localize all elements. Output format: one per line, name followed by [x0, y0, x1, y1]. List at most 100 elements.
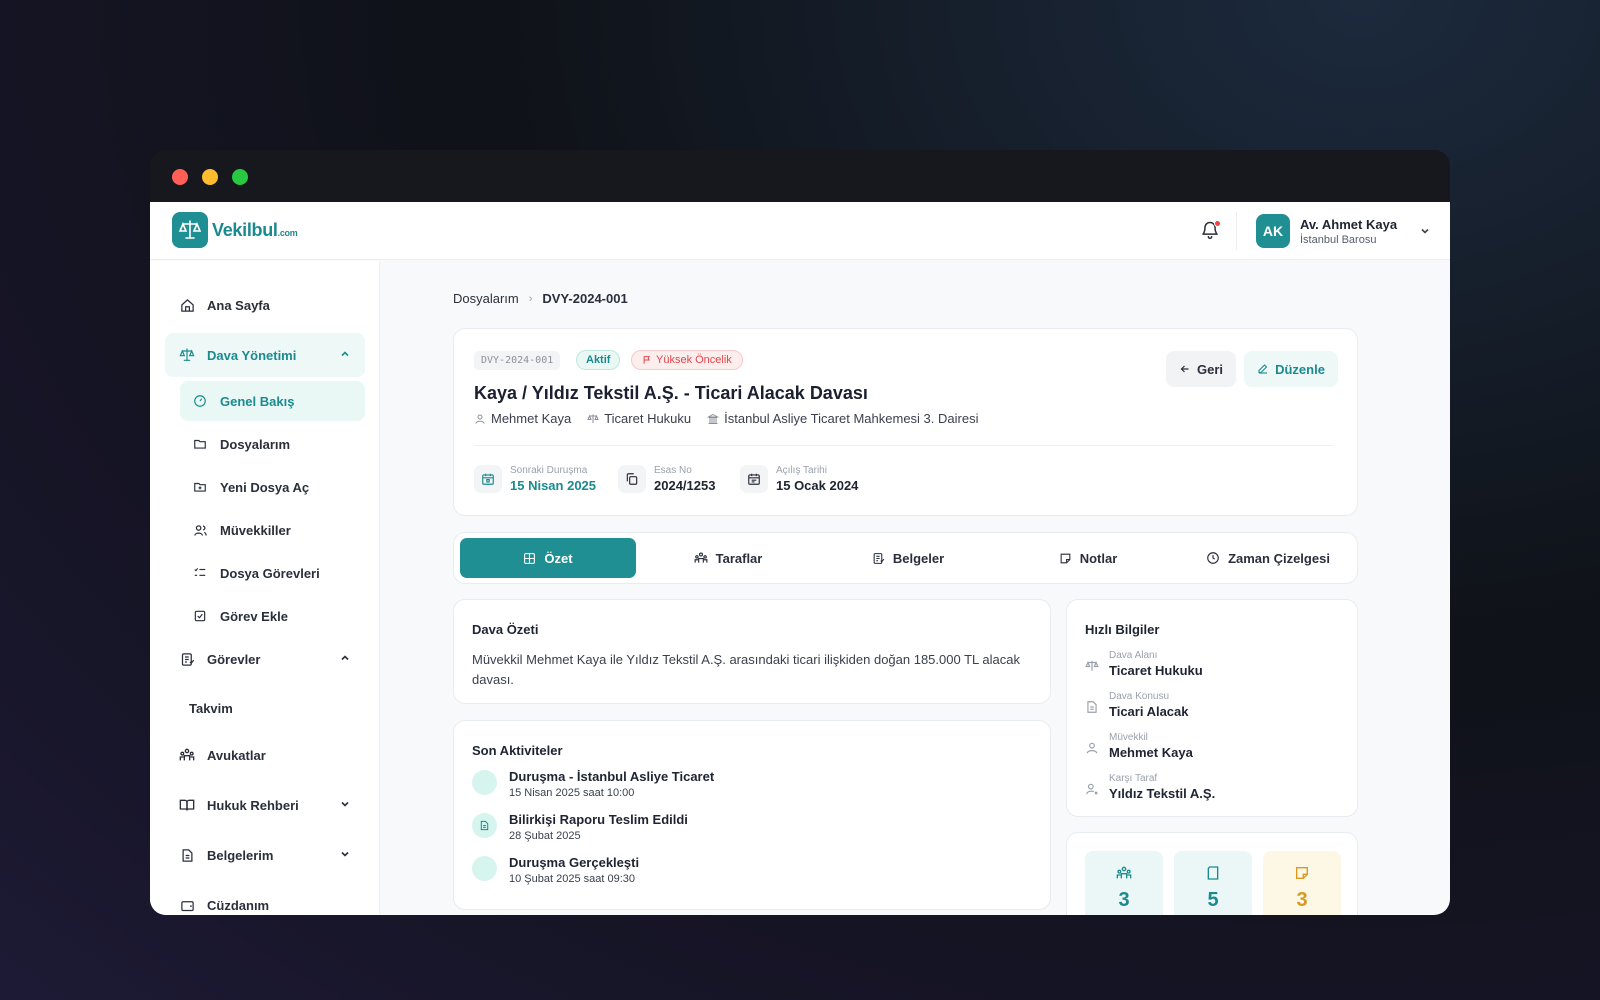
document-list-icon: [873, 552, 885, 564]
app: Vekilbul.com AK Av. Ahmet Kaya İstanbul …: [150, 202, 1450, 915]
logo[interactable]: Vekilbul.com: [172, 212, 298, 248]
case-court-label: İstanbul Asliye Ticaret Mahkemesi 3. Dai…: [724, 411, 979, 426]
list-item[interactable]: Duruşma Gerçekleşti 10 Şubat 2025 saat 09…: [472, 855, 639, 885]
card-title: Dava Özeti: [472, 622, 539, 637]
stat-label: Sonraki Duruşma: [510, 465, 588, 476]
divider: [474, 445, 1333, 446]
sidebar-item-file-tasks[interactable]: Dosya Görevleri: [180, 553, 365, 593]
tab-bar: Özet Taraflar Belgeler Notlar Zaman Çize…: [453, 532, 1358, 584]
sidebar-item-my-documents[interactable]: Belgelerim: [165, 833, 365, 877]
tab-documents[interactable]: Belgeler: [820, 538, 996, 578]
case-header-card: DVY-2024-001 Aktif Yüksek Öncelik Kaya /…: [453, 328, 1358, 516]
case-summary-card: Dava Özeti Müvekkil Mehmet Kaya ile Yıld…: [453, 599, 1051, 704]
quick-info-value: Ticari Alacak: [1109, 704, 1189, 719]
page-title: Kaya / Yıldız Tekstil A.Ş. - Ticari Alac…: [474, 383, 868, 403]
app-window: Vekilbul.com AK Av. Ahmet Kaya İstanbul …: [150, 150, 1450, 915]
avatar: AK: [1256, 214, 1290, 248]
quick-info-value: Ticaret Hukuku: [1109, 663, 1203, 678]
case-court: İstanbul Asliye Ticaret Mahkemesi 3. Dai…: [707, 411, 978, 426]
case-client: Mehmet Kaya: [474, 411, 571, 426]
activity-title: Duruşma - İstanbul Asliye Ticaret: [509, 769, 715, 784]
quick-info-value: Mehmet Kaya: [1109, 745, 1193, 760]
user-menu[interactable]: AK Av. Ahmet Kaya İstanbul Barosu: [1256, 214, 1431, 248]
breadcrumb: Dosyalarım › DVY-2024-001: [453, 291, 628, 306]
grid-icon: [524, 552, 536, 564]
users-icon: [192, 522, 208, 538]
edit-label: Düzenle: [1275, 361, 1325, 377]
document-icon: [179, 847, 195, 863]
pencil-icon: [1258, 364, 1268, 374]
checkbox-icon: [192, 608, 208, 624]
stat-value: 15 Nisan 2025: [510, 478, 597, 493]
chevron-down-icon: [1421, 228, 1429, 234]
book-icon: [179, 797, 195, 813]
stat-docket-no: Esas No 2024/1253: [618, 465, 715, 493]
sidebar-item-wallet[interactable]: Cüzdanım: [165, 883, 365, 915]
team-icon: [179, 747, 195, 763]
stat-label: Açılış Tarihi: [776, 465, 827, 476]
sidebar-item-label: Dava Yönetimi: [207, 347, 297, 363]
tab-summary[interactable]: Özet: [460, 538, 636, 578]
sidebar-item-new-file[interactable]: Yeni Dosya Aç: [180, 467, 365, 507]
sidebar-item-lawyers[interactable]: Avukatlar: [165, 733, 365, 777]
brand-name: Vekilbul.com: [212, 219, 298, 240]
notifications-button[interactable]: [1200, 220, 1222, 242]
minimize-window-button[interactable]: [202, 169, 218, 185]
count-value: 3: [1118, 889, 1130, 911]
chevron-down-icon: [341, 801, 349, 807]
calendar-icon: [474, 465, 502, 493]
top-bar: Vekilbul.com AK Av. Ahmet Kaya İstanbul …: [150, 202, 1450, 260]
tab-label: Zaman Çizelgesi: [1228, 550, 1330, 566]
sidebar-item-calendar[interactable]: Takvim: [189, 701, 233, 716]
flag-icon: [643, 356, 650, 364]
scales-icon: [179, 347, 195, 363]
tab-timeline[interactable]: Zaman Çizelgesi: [1180, 538, 1356, 578]
maximize-window-button[interactable]: [232, 169, 248, 185]
tab-label: Taraflar: [715, 550, 763, 566]
notes-count[interactable]: 3: [1263, 851, 1341, 915]
back-button[interactable]: Geri: [1166, 351, 1236, 387]
counts-card: 3 5 3: [1066, 832, 1358, 915]
list-item[interactable]: Duruşma - İstanbul Asliye Ticaret 15 Nisa…: [472, 769, 714, 799]
sidebar-item-label: Belgelerim: [207, 847, 274, 863]
chevron-down-icon: [341, 851, 349, 857]
tab-notes[interactable]: Notlar: [1000, 538, 1176, 578]
scales-icon: [587, 414, 599, 423]
sidebar-item-my-files[interactable]: Dosyalarım: [180, 424, 365, 464]
folder-plus-icon: [192, 479, 208, 495]
sidebar-item-overview[interactable]: Genel Bakış: [180, 381, 365, 421]
sidebar-item-clients[interactable]: Müvekkiller: [180, 510, 365, 550]
scales-icon: [1085, 660, 1099, 671]
sidebar-item-add-task[interactable]: Görev Ekle: [180, 596, 365, 636]
user-name: Av. Ahmet Kaya: [1300, 216, 1398, 232]
documents-count[interactable]: 5: [1174, 851, 1252, 915]
scales-logo-icon: [172, 212, 208, 248]
close-window-button[interactable]: [172, 169, 188, 185]
sidebar-item-tasks[interactable]: Görevler: [165, 637, 365, 681]
activity-dot-icon: [472, 856, 497, 881]
breadcrumb-parent[interactable]: Dosyalarım: [453, 291, 519, 306]
sidebar-item-label: Görevler: [207, 651, 261, 667]
sidebar-item-legal-guide[interactable]: Hukuk Rehberi: [165, 783, 365, 827]
quick-info-client: Müvekkil Mehmet Kaya: [1085, 732, 1193, 760]
sidebar-item-case-management[interactable]: Dava Yönetimi: [165, 333, 365, 377]
chevron-up-icon: [341, 655, 349, 661]
priority-label: Yüksek Öncelik: [656, 354, 732, 366]
tab-parties[interactable]: Taraflar: [640, 538, 816, 578]
clock-icon: [1207, 552, 1219, 564]
sidebar-item-home[interactable]: Ana Sayfa: [165, 283, 365, 327]
clipboard-icon: [179, 651, 195, 667]
count-value: 3: [1296, 889, 1308, 911]
quick-info-subject: Dava Konusu Ticari Alacak: [1085, 691, 1189, 719]
parties-count[interactable]: 3: [1085, 851, 1163, 915]
breadcrumb-current: DVY-2024-001: [542, 291, 628, 306]
edit-button[interactable]: Düzenle: [1244, 351, 1338, 387]
sidebar-item-label: Avukatlar: [207, 747, 266, 763]
document-icon: [1207, 866, 1219, 880]
case-field-label: Ticaret Hukuku: [604, 411, 692, 426]
status-badge: Aktif: [576, 350, 621, 370]
list-item[interactable]: Bilirkişi Raporu Teslim Edildi 28 Şubat 2…: [472, 812, 688, 842]
topbar-divider: [1236, 212, 1237, 250]
quick-info-label: Dava Konusu: [1109, 691, 1170, 702]
building-icon: [707, 413, 720, 424]
